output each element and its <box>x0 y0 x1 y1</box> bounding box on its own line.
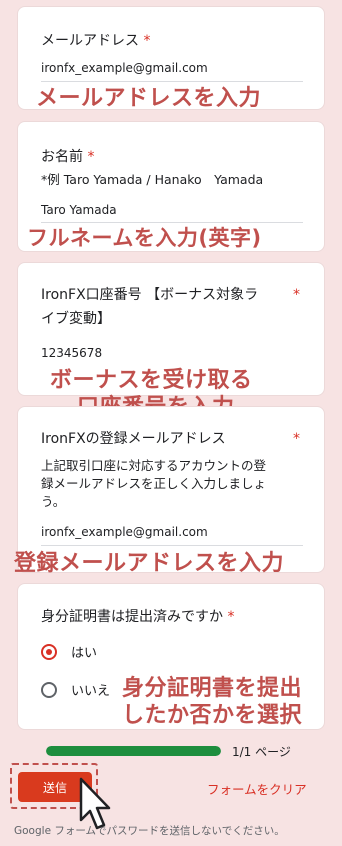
annotation-id-line2: したか否かを選択 <box>122 703 303 728</box>
question-description: う。 <box>41 494 66 509</box>
annotation-email: メールアドレスを入力 <box>36 86 262 111</box>
question-description: *例 Taro Yamada / Hanako Yamada <box>41 172 264 187</box>
required-mark: * <box>293 287 300 303</box>
question-title-continued: イブ変動】 <box>41 311 111 327</box>
password-warning: Google フォームでパスワードを送信しないでください。 <box>14 825 285 837</box>
cursor-icon <box>79 777 111 830</box>
question-description: 録メールアドレスを正しく入力しましょ <box>41 476 267 491</box>
annotation-name: フルネームを入力(英字) <box>27 226 262 250</box>
radio-unselected-icon[interactable] <box>41 681 57 698</box>
name-field[interactable]: Taro Yamada <box>41 203 117 217</box>
radio-selected-icon[interactable] <box>41 643 57 660</box>
question-title: IronFX口座番号 【ボーナス対象ラ <box>41 287 259 303</box>
radio-option-no[interactable]: いいえ <box>41 680 110 699</box>
account-number-field[interactable]: 12345678 <box>41 346 102 360</box>
required-mark: * <box>143 33 151 49</box>
annotation-registered-email: 登録メールアドレスを入力 <box>14 551 285 576</box>
question-title: メールアドレス * <box>41 33 151 49</box>
registered-email-field[interactable]: ironfx_example@gmail.com <box>41 525 208 539</box>
question-title: お名前 * <box>41 149 95 165</box>
page-count: 1/1 ページ <box>232 745 291 759</box>
required-mark: * <box>293 431 300 447</box>
radio-label: はい <box>71 646 98 661</box>
clear-form-button[interactable]: フォームをクリア <box>207 779 307 798</box>
question-title: 身分証明書は提出済みですか * <box>41 609 235 625</box>
question-description: 上記取引口座に対応するアカウントの登 <box>41 458 267 473</box>
radio-option-yes[interactable]: はい <box>41 642 97 661</box>
required-mark: * <box>87 149 95 165</box>
email-field[interactable]: ironfx_example@gmail.com <box>41 61 208 75</box>
question-title: IronFXの登録メールアドレス <box>41 431 226 447</box>
progress-bar-fill <box>46 746 221 756</box>
radio-label: いいえ <box>71 684 111 699</box>
progress-bar <box>46 746 221 756</box>
required-mark: * <box>227 609 235 625</box>
